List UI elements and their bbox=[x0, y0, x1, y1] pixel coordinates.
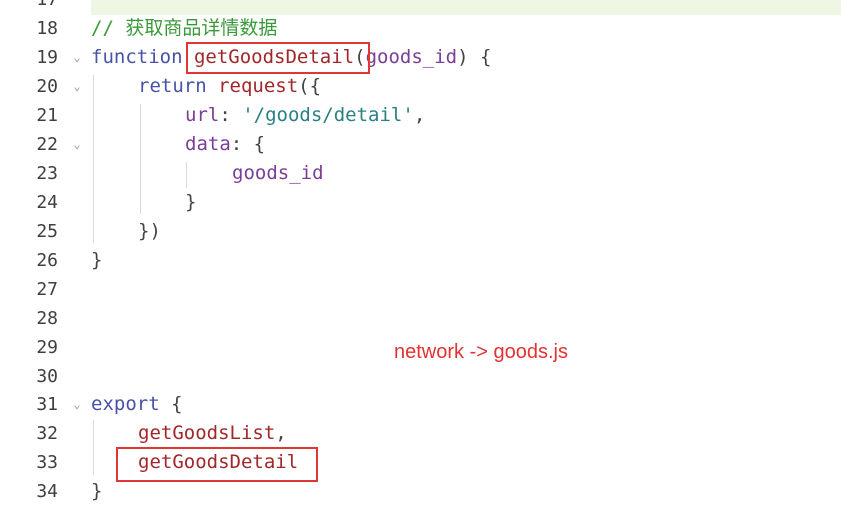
code-content: }) bbox=[138, 220, 161, 242]
fold-chevron-icon[interactable]: ⌄ bbox=[70, 43, 84, 72]
highlight-box-export-name bbox=[116, 447, 318, 482]
property-token: data bbox=[185, 133, 231, 155]
line-number: 29 bbox=[36, 337, 58, 358]
code-content: // 获取商品详情数据 bbox=[91, 14, 277, 43]
code-line-20[interactable]: 20 ⌄ return request({ bbox=[0, 72, 841, 101]
code-line-27[interactable]: 27 bbox=[0, 275, 841, 304]
line-number: 25 bbox=[36, 221, 58, 242]
string-token: '/goods/detail' bbox=[242, 104, 414, 126]
code-content: } bbox=[185, 191, 197, 213]
code-line-22[interactable]: 22 ⌄ data: { bbox=[0, 130, 841, 159]
code-content: goods_id bbox=[232, 159, 324, 188]
keyword-token: return bbox=[138, 75, 207, 97]
highlight-box-function-name bbox=[186, 42, 370, 74]
line-number: 33 bbox=[36, 452, 58, 473]
line-number: 31 bbox=[36, 394, 58, 415]
code-line-23[interactable]: 23 goods_id bbox=[0, 159, 841, 188]
code-line-18[interactable]: 18 // 获取商品详情数据 bbox=[0, 14, 841, 43]
code-content: } bbox=[91, 480, 103, 502]
line-number: 30 bbox=[36, 366, 58, 387]
code-line-31[interactable]: 31 ⌄ export { bbox=[0, 390, 841, 419]
line-number: 32 bbox=[36, 423, 58, 444]
line-number: 20 bbox=[36, 76, 58, 97]
line-number: 23 bbox=[36, 163, 58, 184]
fold-chevron-icon[interactable]: ⌄ bbox=[70, 72, 84, 101]
fold-chevron-icon[interactable]: ⌄ bbox=[70, 130, 84, 159]
line-number: 19 bbox=[36, 47, 58, 68]
line-number: 34 bbox=[36, 481, 58, 502]
comment-token: // 获取商品详情数据 bbox=[91, 17, 278, 39]
code-line-28[interactable]: 28 bbox=[0, 304, 841, 333]
annotation-text: network -> goods.js bbox=[394, 341, 568, 363]
line-number: 22 bbox=[36, 134, 58, 155]
keyword-token: export bbox=[91, 393, 160, 415]
code-content: url: '/goods/detail', bbox=[185, 104, 426, 126]
code-content: data: { bbox=[185, 133, 266, 155]
export-name-token: getGoodsList bbox=[138, 422, 276, 444]
code-line-17[interactable]: 17 bbox=[0, 0, 841, 14]
code-content: return request({ bbox=[138, 75, 322, 97]
line-number: 26 bbox=[36, 250, 58, 271]
code-content: } bbox=[91, 249, 103, 271]
line-number: 28 bbox=[36, 308, 58, 329]
code-content: getGoodsList, bbox=[138, 422, 287, 444]
line-number: 24 bbox=[36, 192, 58, 213]
line-number: 17 bbox=[0, 0, 58, 14]
code-line-25[interactable]: 25 }) bbox=[0, 217, 841, 246]
property-token: url bbox=[185, 104, 220, 126]
code-line-26[interactable]: 26 } bbox=[0, 246, 841, 275]
code-content: export { bbox=[91, 393, 183, 415]
code-line-32[interactable]: 32 getGoodsList, bbox=[0, 419, 841, 448]
param-token: goods_id bbox=[365, 46, 458, 68]
keyword-token: function bbox=[91, 46, 183, 68]
code-line-24[interactable]: 24 } bbox=[0, 188, 841, 217]
code-editor[interactable]: 17 18 // 获取商品详情数据 19 ⌄ function getGoods… bbox=[0, 0, 841, 520]
line-number: 27 bbox=[36, 279, 58, 300]
variable-token: goods_id bbox=[232, 162, 324, 184]
line-number: 18 bbox=[36, 18, 58, 39]
code-line-19[interactable]: 19 ⌄ function getGoodsDetail(goods_id) { bbox=[0, 43, 841, 72]
code-line-21[interactable]: 21 url: '/goods/detail', bbox=[0, 101, 841, 130]
function-call-token: request bbox=[218, 75, 299, 97]
code-line-30[interactable]: 30 bbox=[0, 362, 841, 391]
fold-chevron-icon[interactable]: ⌄ bbox=[70, 390, 84, 419]
line-number: 21 bbox=[36, 105, 58, 126]
